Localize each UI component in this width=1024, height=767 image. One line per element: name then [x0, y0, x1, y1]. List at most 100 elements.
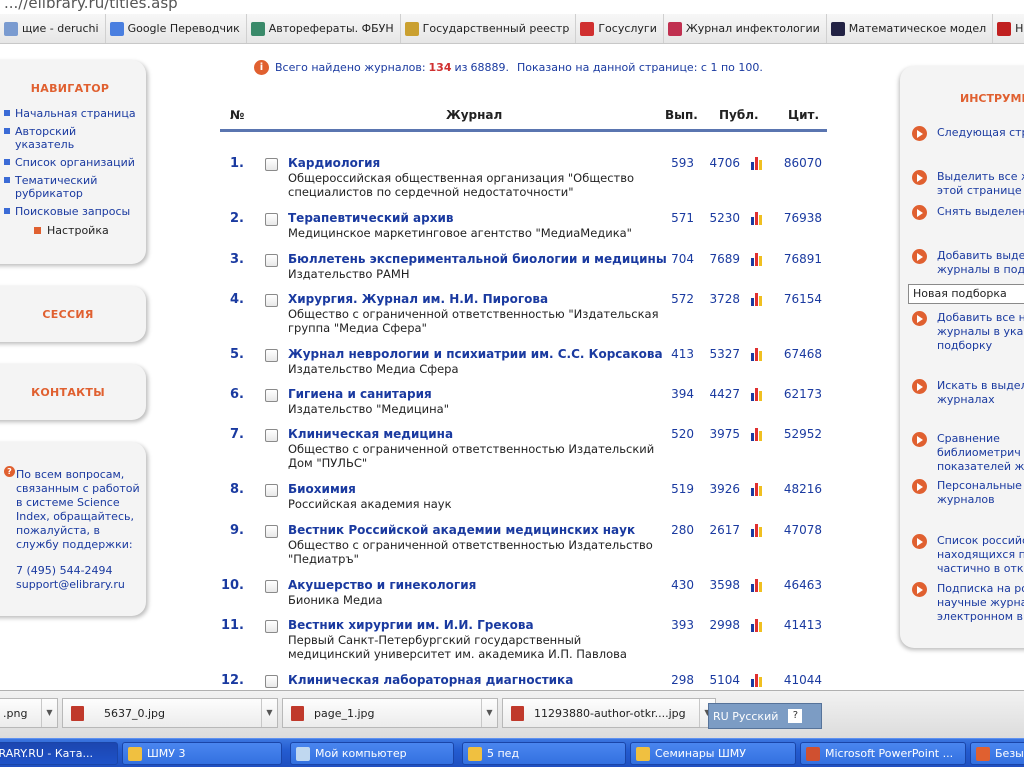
issues-count[interactable]: 519 [660, 482, 694, 496]
journal-title-link[interactable]: Вестник хирургии им. И.И. Грекова [288, 618, 534, 632]
pubs-count[interactable]: 7689 [704, 252, 740, 266]
tool-item[interactable]: Персональные журналов [912, 479, 1024, 507]
row-checkbox[interactable] [265, 254, 278, 267]
issues-count[interactable]: 298 [660, 673, 694, 687]
pubs-count[interactable]: 4706 [704, 156, 740, 170]
bar-chart-icon[interactable] [750, 674, 764, 687]
tool-item[interactable]: Выделить все ж этой странице [912, 170, 1024, 198]
row-checkbox[interactable] [265, 620, 278, 633]
cites-count[interactable]: 86070 [780, 156, 822, 170]
bar-chart-icon[interactable] [750, 483, 764, 496]
support-email[interactable]: support@elibrary.ru [16, 578, 140, 592]
chevron-down-icon[interactable]: ▼ [481, 699, 497, 727]
row-checkbox[interactable] [265, 484, 278, 497]
pubs-count[interactable]: 5104 [704, 673, 740, 687]
issues-count[interactable]: 430 [660, 578, 694, 592]
journal-title-link[interactable]: Вестник Российской академии медицинских … [288, 523, 635, 537]
cites-count[interactable]: 48216 [780, 482, 822, 496]
issues-count[interactable]: 593 [660, 156, 694, 170]
journal-title-link[interactable]: Терапевтический архив [288, 211, 453, 225]
bar-chart-icon[interactable] [750, 253, 764, 266]
tool-item[interactable]: Подписка на ро научные журна электронном в… [912, 582, 1024, 624]
cites-count[interactable]: 67468 [780, 347, 822, 361]
journal-title-link[interactable]: Хирургия. Журнал им. Н.И. Пирогова [288, 292, 548, 306]
taskbar-item[interactable]: BRARY.RU - Ката... [0, 742, 118, 765]
header-cites[interactable]: Цит. [788, 108, 819, 122]
tool-item[interactable]: Добавить выде журналы в подб [912, 249, 1024, 277]
pubs-count[interactable]: 3598 [704, 578, 740, 592]
tool-item[interactable]: Снять выделен [912, 205, 1024, 220]
issues-count[interactable]: 393 [660, 618, 694, 632]
issues-count[interactable]: 280 [660, 523, 694, 537]
issues-count[interactable]: 394 [660, 387, 694, 401]
bar-chart-icon[interactable] [750, 348, 764, 361]
pubs-count[interactable]: 2998 [704, 618, 740, 632]
row-checkbox[interactable] [265, 294, 278, 307]
taskbar-item[interactable]: 5 пед [462, 742, 626, 765]
cites-count[interactable]: 52952 [780, 427, 822, 441]
nav-item[interactable]: Тематический рубрикатор [4, 174, 136, 200]
row-checkbox[interactable] [265, 580, 278, 593]
bar-chart-icon[interactable] [750, 293, 764, 306]
download-item-1[interactable]: .png ▼ [0, 698, 58, 728]
address-bar[interactable]: ...//elibrary.ru/titles.asp [0, 0, 1024, 14]
cites-count[interactable]: 41044 [780, 673, 822, 687]
journal-title-link[interactable]: Клиническая лабораторная диагностика [288, 673, 573, 687]
bookmark-item[interactable]: Google Переводчик [106, 14, 247, 43]
cites-count[interactable]: 62173 [780, 387, 822, 401]
bar-chart-icon[interactable] [750, 524, 764, 537]
bar-chart-icon[interactable] [750, 428, 764, 441]
collection-select[interactable]: Новая подборка [908, 284, 1024, 304]
bookmark-item[interactable]: Государственный реестр [401, 14, 577, 43]
issues-count[interactable]: 704 [660, 252, 694, 266]
contacts-panel[interactable]: КОНТАКТЫ [0, 364, 146, 420]
bar-chart-icon[interactable] [750, 157, 764, 170]
header-pubs[interactable]: Публ. [719, 108, 759, 122]
pubs-count[interactable]: 5327 [704, 347, 740, 361]
issues-count[interactable]: 413 [660, 347, 694, 361]
taskbar-item[interactable]: Microsoft PowerPoint ... [800, 742, 966, 765]
taskbar-item[interactable]: ШМУ 3 [122, 742, 282, 765]
pubs-count[interactable]: 3926 [704, 482, 740, 496]
tool-item[interactable]: Следующая стр [912, 126, 1024, 141]
pubs-count[interactable]: 3728 [704, 292, 740, 306]
bar-chart-icon[interactable] [750, 388, 764, 401]
taskbar-item[interactable]: Семинары ШМУ [630, 742, 796, 765]
row-checkbox[interactable] [265, 213, 278, 226]
taskbar-item[interactable]: Мой компьютер [290, 742, 454, 765]
cites-count[interactable]: 76938 [780, 211, 822, 225]
pubs-count[interactable]: 4427 [704, 387, 740, 401]
bar-chart-icon[interactable] [750, 619, 764, 632]
cites-count[interactable]: 41413 [780, 618, 822, 632]
journal-title-link[interactable]: Бюллетень экспериментальной биологии и м… [288, 252, 667, 266]
cites-count[interactable]: 47078 [780, 523, 822, 537]
pubs-count[interactable]: 5230 [704, 211, 740, 225]
download-item-4[interactable]: 11293880-author-otkr....jpg ▼ [502, 698, 716, 728]
download-item-2[interactable]: 5637_0.jpg ▼ [62, 698, 278, 728]
download-item-3[interactable]: page_1.jpg ▼ [282, 698, 498, 728]
journal-title-link[interactable]: Журнал неврологии и психиатрии им. С.С. … [288, 347, 663, 361]
journal-title-link[interactable]: Биохимия [288, 482, 356, 496]
cites-count[interactable]: 46463 [780, 578, 822, 592]
row-checkbox[interactable] [265, 675, 278, 688]
session-panel[interactable]: СЕССИЯ [0, 286, 146, 342]
chevron-down-icon[interactable]: ▼ [261, 699, 277, 727]
taskbar-item[interactable]: Безы [970, 742, 1024, 765]
language-bar[interactable]: RU Русский ? [708, 703, 822, 729]
bookmark-item[interactable]: Натуральн [993, 14, 1024, 43]
row-checkbox[interactable] [265, 429, 278, 442]
row-checkbox[interactable] [265, 389, 278, 402]
help-icon[interactable]: ? [788, 709, 803, 723]
journal-title-link[interactable]: Кардиология [288, 156, 380, 170]
bookmark-item[interactable]: Журнал инфектологии [664, 14, 827, 43]
nav-item[interactable]: Авторский указатель [4, 125, 136, 151]
nav-item[interactable]: Список организаций [4, 156, 136, 169]
cites-count[interactable]: 76154 [780, 292, 822, 306]
bar-chart-icon[interactable] [750, 579, 764, 592]
nav-item[interactable]: Начальная страница [4, 107, 136, 120]
row-checkbox[interactable] [265, 525, 278, 538]
journal-title-link[interactable]: Акушерство и гинекология [288, 578, 476, 592]
bookmark-item[interactable]: Авторефераты. ФБУН [247, 14, 401, 43]
header-journal[interactable]: Журнал [446, 108, 502, 122]
settings-link[interactable]: Настройка [4, 224, 136, 237]
